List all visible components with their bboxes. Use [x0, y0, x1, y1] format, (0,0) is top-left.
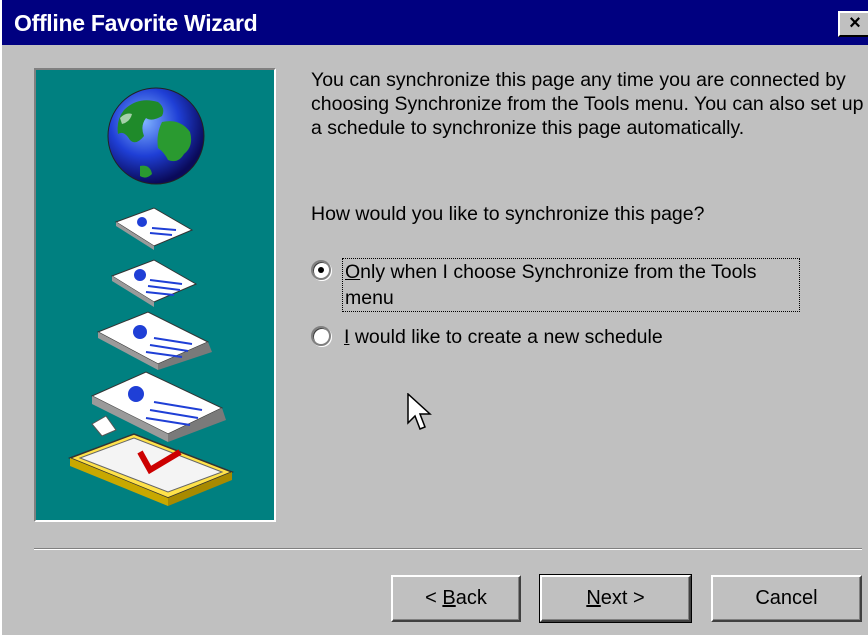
next-button[interactable]: Next >: [539, 574, 692, 623]
offline-pages-illustration: [67, 87, 235, 506]
radio-manual-sync[interactable]: [311, 260, 331, 280]
back-button[interactable]: < Back: [391, 575, 521, 622]
sync-question: How would you like to synchronize this p…: [311, 203, 705, 225]
option-new-schedule-label[interactable]: I would like to create a new schedule: [344, 324, 663, 350]
close-icon: ×: [849, 12, 861, 34]
title-bar[interactable]: Offline Favorite Wizard ×: [2, 0, 868, 45]
option-manual-sync-label[interactable]: Only when I choose Synchronize from the …: [342, 258, 800, 312]
option-new-schedule[interactable]: I would like to create a new schedule: [311, 324, 663, 350]
wizard-illustration: [34, 68, 276, 522]
wizard-window: Offline Favorite Wizard × You can synchr…: [0, 0, 868, 635]
close-button[interactable]: ×: [838, 11, 868, 37]
globe-icon: [107, 87, 205, 185]
option-manual-sync[interactable]: Only when I choose Synchronize from the …: [311, 258, 800, 312]
mouse-pointer-icon: [407, 393, 432, 430]
button-separator: [34, 548, 862, 550]
radio-new-schedule[interactable]: [311, 326, 331, 346]
cancel-button[interactable]: Cancel: [711, 575, 862, 622]
sync-description: You can synchronize this page any time y…: [311, 69, 864, 139]
window-title: Offline Favorite Wizard: [14, 10, 258, 36]
